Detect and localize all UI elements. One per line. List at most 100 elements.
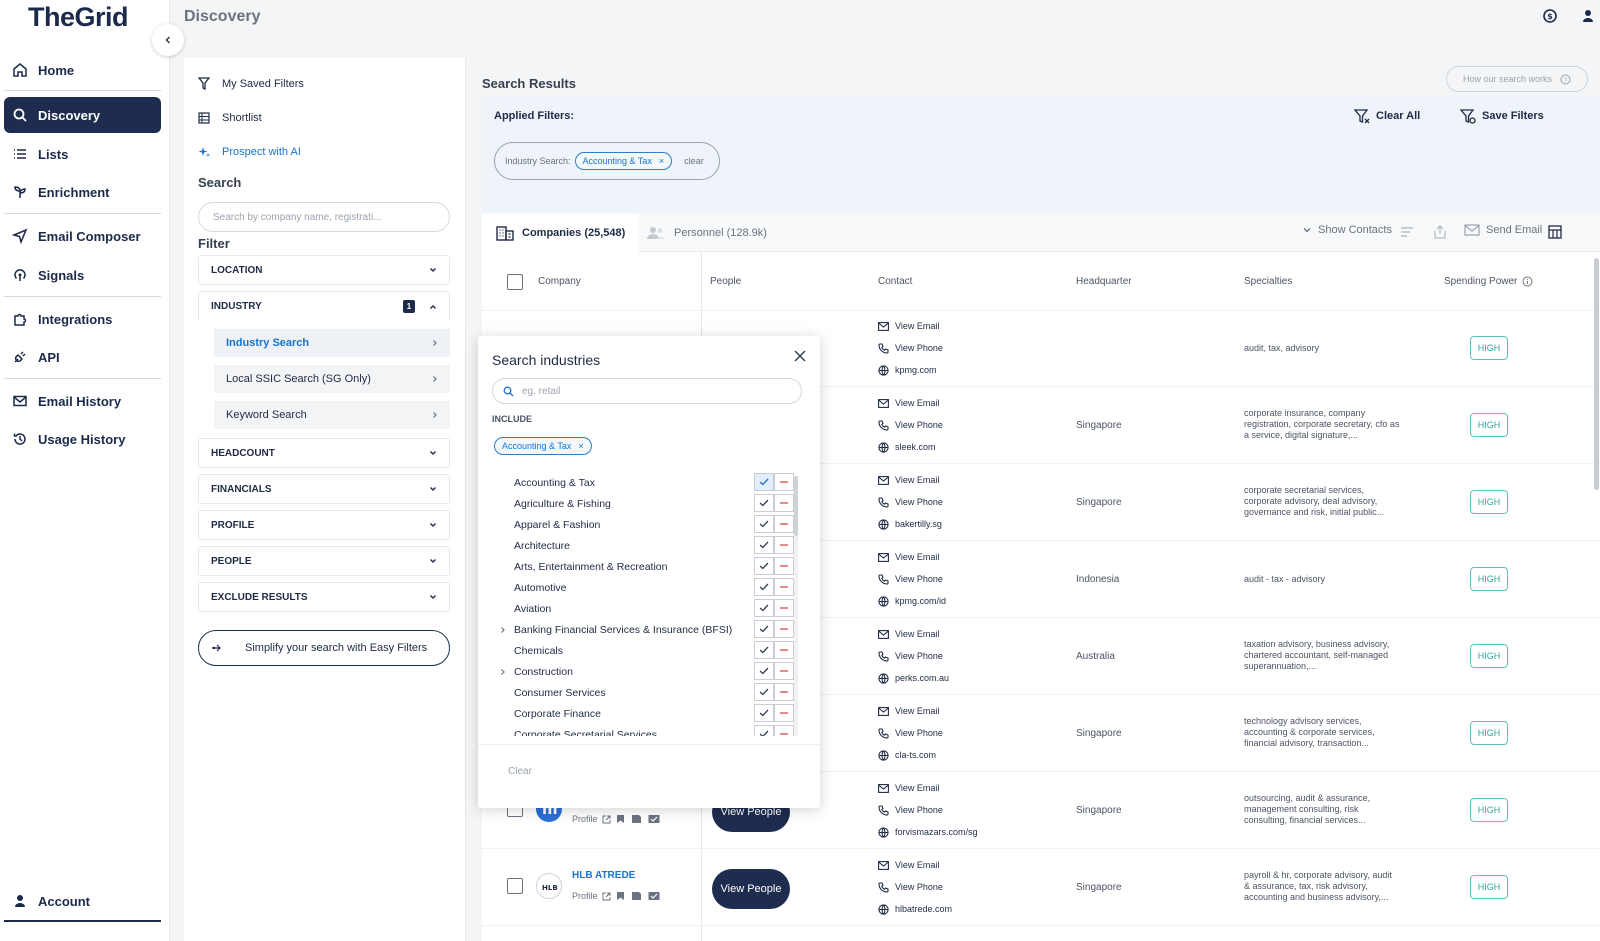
website-link[interactable]: bakertilly.sg xyxy=(878,513,943,535)
view-phone-link[interactable]: View Phone xyxy=(878,414,943,436)
note-icon[interactable] xyxy=(631,891,642,901)
filter-profile[interactable]: PROFILE xyxy=(198,510,450,540)
exclude-checkbox[interactable] xyxy=(774,536,794,554)
industry-option[interactable]: Aviation xyxy=(492,598,808,619)
shortlist-link[interactable]: Shortlist xyxy=(198,112,262,124)
view-email-link[interactable]: View Email xyxy=(878,700,943,722)
industry-option[interactable]: Corporate Secretarial Services xyxy=(492,724,808,736)
expand-chevron-icon[interactable] xyxy=(492,626,514,634)
view-phone-link[interactable]: View Phone xyxy=(878,876,952,898)
view-email-link[interactable]: View Email xyxy=(878,315,943,337)
industry-option[interactable]: Accounting & Tax xyxy=(492,472,808,493)
nav-item-signals[interactable]: Signals xyxy=(4,257,161,293)
export-button[interactable] xyxy=(1434,225,1446,239)
include-checkbox[interactable] xyxy=(754,641,774,659)
send-email-button[interactable]: Send Email xyxy=(1464,224,1542,236)
include-checkbox[interactable] xyxy=(754,725,774,736)
website-link[interactable]: kpmg.com/id xyxy=(878,590,946,612)
column-header[interactable]: Specialties xyxy=(1244,276,1292,287)
industry-option[interactable]: Banking Financial Services & Insurance (… xyxy=(492,619,808,640)
industry-search-option[interactable]: Industry Search xyxy=(214,329,450,357)
filter-industry[interactable]: INDUSTRY 1 xyxy=(198,291,450,321)
include-checkbox[interactable] xyxy=(754,620,774,638)
credits-button[interactable]: $ xyxy=(1542,8,1558,24)
view-email-link[interactable]: View Email xyxy=(878,392,943,414)
industry-option[interactable]: Apparel & Fashion xyxy=(492,514,808,535)
nav-item-enrichment[interactable]: Enrichment xyxy=(4,174,161,210)
website-link[interactable]: hlbatrede.com xyxy=(878,898,952,920)
expand-chevron-icon[interactable] xyxy=(492,668,514,676)
industry-option[interactable]: Agriculture & Fishing xyxy=(492,493,808,514)
view-email-link[interactable]: View Email xyxy=(878,854,952,876)
include-checkbox[interactable] xyxy=(754,536,774,554)
include-checkbox[interactable] xyxy=(754,704,774,722)
exclude-checkbox[interactable] xyxy=(774,515,794,533)
exclude-checkbox[interactable] xyxy=(774,620,794,638)
collapse-sidebar-button[interactable] xyxy=(152,24,184,56)
clear-button[interactable]: Clear xyxy=(508,766,532,777)
industry-option[interactable]: Arts, Entertainment & Recreation xyxy=(492,556,808,577)
nav-item-discovery[interactable]: Discovery xyxy=(4,97,161,133)
include-checkbox[interactable] xyxy=(754,599,774,617)
filter-exclude-results[interactable]: EXCLUDE RESULTS xyxy=(198,582,450,612)
mail-check-icon[interactable] xyxy=(648,891,660,901)
include-checkbox[interactable] xyxy=(754,557,774,575)
bookmark-icon[interactable] xyxy=(616,814,625,824)
profile-link[interactable]: Profile xyxy=(572,814,598,824)
easy-filters-button[interactable]: Simplify your search with Easy Filters xyxy=(198,630,450,666)
include-checkbox[interactable] xyxy=(754,662,774,680)
sort-button[interactable] xyxy=(1400,226,1414,238)
nav-item-lists[interactable]: Lists xyxy=(4,136,161,172)
exclude-checkbox[interactable] xyxy=(774,599,794,617)
nav-item-usage-history[interactable]: Usage History xyxy=(4,421,161,457)
view-email-link[interactable]: View Email xyxy=(878,469,943,491)
website-link[interactable]: kpmg.com xyxy=(878,359,943,381)
bookmark-icon[interactable] xyxy=(616,891,625,901)
mail-check-icon[interactable] xyxy=(648,814,660,824)
nav-item-email-composer[interactable]: Email Composer xyxy=(4,218,161,254)
website-link[interactable]: perks.com.au xyxy=(878,667,949,689)
show-contacts-toggle[interactable]: Show Contacts xyxy=(1302,224,1392,236)
exclude-checkbox[interactable] xyxy=(774,725,794,736)
view-email-link[interactable]: View Email xyxy=(878,777,978,799)
exclude-checkbox[interactable] xyxy=(774,578,794,596)
profile-button[interactable] xyxy=(1581,8,1595,24)
prospect-with-ai-link[interactable]: Prospect with AI xyxy=(198,146,301,158)
list-scrollbar[interactable] xyxy=(794,476,798,736)
exclude-checkbox[interactable] xyxy=(774,641,794,659)
external-link-icon[interactable] xyxy=(602,815,611,824)
nav-item-home[interactable]: Home xyxy=(4,52,161,88)
remove-chip-icon[interactable]: × xyxy=(659,156,664,166)
view-phone-link[interactable]: View Phone xyxy=(878,799,978,821)
industry-option[interactable]: Consumer Services xyxy=(492,682,808,703)
keyword-search-option[interactable]: Keyword Search xyxy=(214,401,450,429)
view-people-button[interactable]: View People xyxy=(712,869,790,909)
industry-option[interactable]: Architecture xyxy=(492,535,808,556)
profile-link[interactable]: Profile xyxy=(572,891,598,901)
website-link[interactable]: sleek.com xyxy=(878,436,943,458)
nav-item-account[interactable]: Account xyxy=(4,883,161,919)
view-email-link[interactable]: View Email xyxy=(878,623,949,645)
external-link-icon[interactable] xyxy=(602,892,611,901)
filter-chip[interactable]: Accounting & Tax × xyxy=(574,152,673,170)
page-scrollbar[interactable] xyxy=(1594,258,1599,490)
industry-option[interactable]: Automotive xyxy=(492,577,808,598)
exclude-checkbox[interactable] xyxy=(774,557,794,575)
filter-headcount[interactable]: HEADCOUNT xyxy=(198,438,450,468)
website-link[interactable]: cla-ts.com xyxy=(878,744,943,766)
pill-clear-link[interactable]: clear xyxy=(684,156,704,166)
column-header-spending[interactable]: Spending Power xyxy=(1444,276,1533,287)
industry-option[interactable]: Construction xyxy=(492,661,808,682)
filter-people[interactable]: PEOPLE xyxy=(198,546,450,576)
exclude-checkbox[interactable] xyxy=(774,662,794,680)
remove-chip-icon[interactable]: × xyxy=(578,441,583,451)
include-checkbox[interactable] xyxy=(754,494,774,512)
view-phone-link[interactable]: View Phone xyxy=(878,568,946,590)
row-checkbox[interactable] xyxy=(507,878,523,894)
columns-button[interactable] xyxy=(1548,225,1562,239)
column-header[interactable]: Contact xyxy=(878,276,912,287)
note-icon[interactable] xyxy=(631,814,642,824)
my-saved-filters-link[interactable]: My Saved Filters xyxy=(198,77,304,90)
column-header[interactable]: Headquarter xyxy=(1076,276,1132,287)
scroll-thumb[interactable] xyxy=(794,476,798,536)
